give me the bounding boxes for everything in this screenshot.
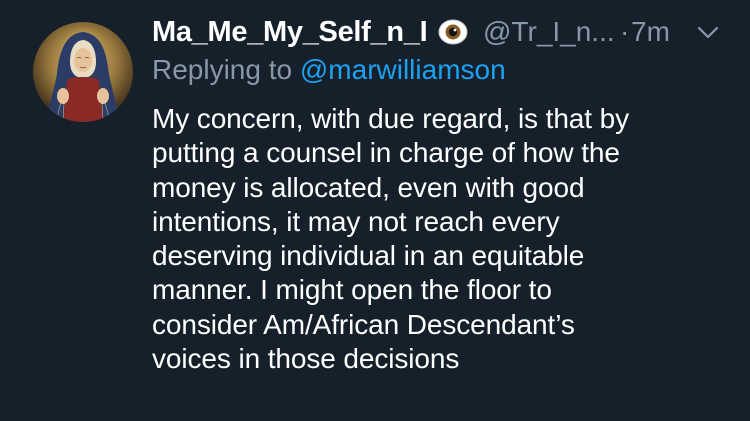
user-handle[interactable]: @Tr_I_n... [483,14,615,50]
timestamp[interactable]: 7m [631,14,670,50]
tweet-text: My concern, with due regard, is that by … [152,103,629,375]
replying-to-line: Replying to @marwilliamson [152,52,506,88]
display-name[interactable]: Ma_Me_My_Self_n_I [152,14,428,50]
eye-emoji-icon [438,18,468,46]
tweet[interactable]: Ma_Me_My_Self_n_I @Tr_I_n... · 7m Replyi… [0,0,750,421]
chevron-down-icon[interactable] [696,22,720,42]
separator-dot: · [620,16,630,47]
madonna-painting-avatar [33,22,133,122]
tweet-header: Ma_Me_My_Self_n_I @Tr_I_n... · 7m [152,14,732,50]
replying-to-label: Replying to [152,54,300,85]
avatar[interactable] [33,22,133,122]
reply-mention-link[interactable]: @marwilliamson [300,54,506,85]
